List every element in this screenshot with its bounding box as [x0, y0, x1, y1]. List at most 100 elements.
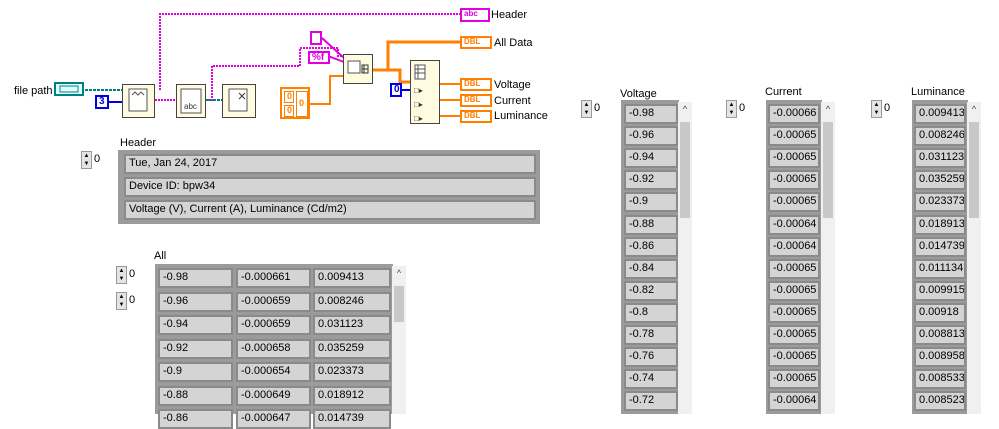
scroll-thumb[interactable]: [394, 286, 404, 322]
spin-arrows-icon[interactable]: ▲ ▼: [581, 100, 592, 118]
luminance-cell: 0.008246: [914, 126, 966, 147]
empty-string-constant[interactable]: [310, 31, 322, 45]
luminance-cell: 0.035259: [914, 170, 966, 191]
grid-icon: [347, 60, 369, 74]
file-path-control[interactable]: [54, 82, 84, 96]
luminance-terminal[interactable]: DBL: [460, 110, 492, 123]
header-row: Device ID: bpw34: [124, 177, 536, 197]
current-index-control[interactable]: ▲ ▼ 0: [726, 100, 762, 118]
voltage-terminal-label: Voltage: [494, 79, 531, 91]
all-array-cell: -0.000658: [236, 338, 311, 359]
all-array-cell: -0.000647: [236, 409, 311, 429]
luminance-scrollbar[interactable]: ^: [967, 102, 981, 414]
close-file-node[interactable]: [222, 84, 256, 118]
svg-text:abc: abc: [184, 102, 197, 111]
voltage-panel-label: Voltage: [620, 88, 657, 100]
current-panel-label: Current: [765, 86, 802, 98]
all-col-index-value: 0: [129, 294, 136, 306]
all-array-cell: -0.88: [158, 385, 233, 406]
voltage-scrollbar[interactable]: ^: [678, 102, 692, 414]
scroll-thumb[interactable]: [969, 122, 979, 218]
header-row: Voltage (V), Current (A), Luminance (Cd/…: [124, 200, 536, 220]
scroll-up-icon[interactable]: ^: [821, 104, 835, 114]
current-cell: -0.00065: [768, 148, 820, 169]
current-cell: -0.00065: [768, 170, 820, 191]
array-index-1[interactable]: 0: [284, 105, 294, 117]
string-icon: abc: [180, 88, 202, 114]
all-array-cell: -0.86: [158, 409, 233, 429]
current-cell: -0.00065: [768, 347, 820, 368]
current-index-value: 0: [739, 102, 746, 114]
voltage-cell: -0.9: [624, 192, 678, 213]
index-array-node[interactable]: □▸ □▸ □▸: [410, 60, 440, 124]
current-cell: -0.00065: [768, 280, 820, 301]
voltage-cell: -0.8: [624, 302, 678, 323]
current-cell: -0.00065: [768, 369, 820, 390]
current-cell: -0.00064: [768, 391, 820, 412]
luminance-cell: 0.009915: [914, 280, 966, 301]
svg-text:□▸: □▸: [414, 86, 423, 95]
all-col-index-control[interactable]: ▲ ▼ 0: [116, 292, 152, 310]
current-terminal[interactable]: DBL: [460, 94, 492, 107]
current-cell: -0.00066: [768, 104, 820, 124]
luminance-cell: 0.008958: [914, 347, 966, 368]
close-file-icon: [228, 88, 248, 112]
luminance-panel-label: Luminance: [911, 86, 965, 98]
spin-arrows-icon[interactable]: ▲ ▼: [81, 151, 92, 169]
spin-arrows-icon[interactable]: ▲ ▼: [726, 100, 737, 118]
scroll-up-icon[interactable]: ^: [392, 268, 406, 278]
all-array-cell: -0.000659: [236, 315, 311, 335]
voltage-terminal[interactable]: DBL: [460, 78, 492, 91]
all-array-cell: -0.000659: [236, 291, 311, 312]
current-scrollbar[interactable]: ^: [821, 102, 835, 414]
spin-arrows-icon[interactable]: ▲ ▼: [116, 292, 127, 310]
luminance-cell: 0.008523: [914, 391, 966, 412]
voltage-cell: -0.88: [624, 214, 678, 235]
read-file-icon: [128, 88, 148, 112]
luminance-cell: 0.023373: [914, 192, 966, 213]
luminance-cell: 0.00918: [914, 302, 966, 323]
all-scrollbar[interactable]: ^: [392, 266, 406, 414]
luminance-index-value: 0: [884, 102, 891, 114]
all-data-label: All Data: [494, 37, 533, 49]
spreadsheet-to-array-node[interactable]: [343, 54, 373, 84]
all-row-index-control[interactable]: ▲ ▼ 0: [116, 266, 152, 284]
header-terminal[interactable]: abc: [460, 8, 490, 22]
current-cell: -0.00064: [768, 236, 820, 257]
scroll-thumb[interactable]: [823, 122, 833, 218]
constant-three[interactable]: 3: [95, 95, 109, 109]
string-parse-node[interactable]: abc: [176, 84, 206, 118]
file-path-label: file path: [14, 85, 53, 97]
voltage-index-control[interactable]: ▲ ▼ 0: [581, 100, 617, 118]
all-data-terminal[interactable]: DBL: [460, 36, 492, 49]
array-index-0[interactable]: 0: [284, 91, 294, 103]
scroll-up-icon[interactable]: ^: [967, 104, 981, 114]
voltage-cell: -0.76: [624, 347, 678, 368]
header-panel-label: Header: [120, 137, 157, 149]
all-panel-label: All: [154, 250, 167, 262]
voltage-cell: -0.86: [624, 236, 678, 257]
current-cell: -0.00064: [768, 214, 820, 235]
all-array-cell: -0.92: [158, 338, 233, 359]
dbl-array-constant[interactable]: 0 0 0: [280, 87, 310, 119]
voltage-cell: -0.82: [624, 280, 678, 301]
svg-text:□▸: □▸: [414, 100, 423, 109]
all-array-cell: -0.000649: [236, 385, 311, 406]
index-constant-zero[interactable]: 0: [390, 83, 402, 97]
read-file-node[interactable]: [122, 84, 155, 118]
all-array-cell: -0.000661: [236, 268, 311, 288]
luminance-cell: 0.008533: [914, 369, 966, 390]
spin-arrows-icon[interactable]: ▲ ▼: [116, 266, 127, 284]
spin-arrows-icon[interactable]: ▲ ▼: [871, 100, 882, 118]
all-array-cell: 0.009413: [313, 268, 391, 288]
scroll-thumb[interactable]: [680, 122, 690, 218]
current-cell: -0.00065: [768, 258, 820, 279]
format-string-constant[interactable]: %f: [308, 51, 330, 64]
array-element[interactable]: 0: [296, 91, 308, 117]
all-array-cell: -0.000654: [236, 362, 311, 382]
header-index-control[interactable]: ▲ ▼ 0: [81, 151, 117, 169]
all-array-cell: 0.023373: [313, 362, 391, 382]
luminance-index-control[interactable]: ▲ ▼ 0: [871, 100, 907, 118]
scroll-up-icon[interactable]: ^: [678, 104, 692, 114]
svg-text:□▸: □▸: [414, 114, 423, 123]
